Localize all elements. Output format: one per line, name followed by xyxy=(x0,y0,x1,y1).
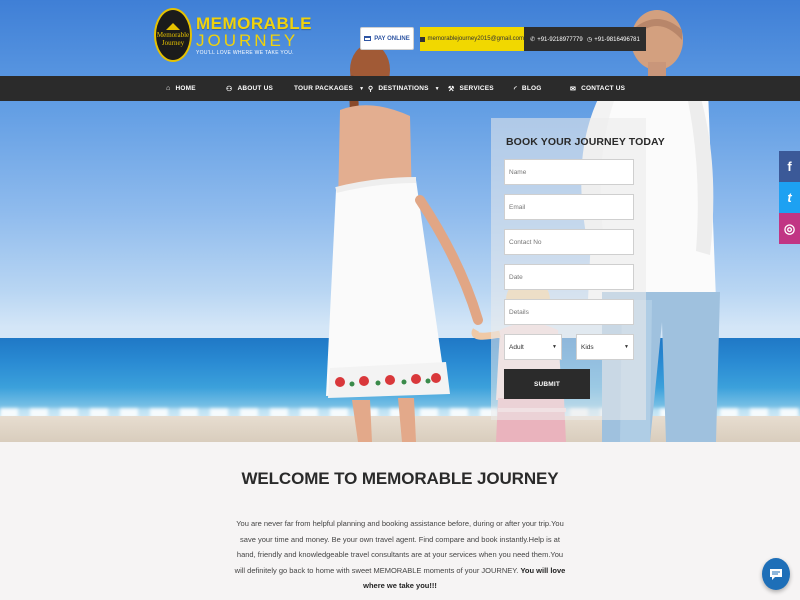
hero-people-image xyxy=(326,10,720,442)
phone-contacts: ✆ +91-9218977779 ◷ +91-9816496781 xyxy=(524,27,646,51)
nav-destinations-label: DESTINATIONS xyxy=(378,85,429,92)
nav-home[interactable]: ⌂ HOME xyxy=(166,76,196,101)
rss-icon: ◜ xyxy=(514,85,517,93)
logo-tagline: YOU'LL LOVE WHERE WE TAKE YOU. xyxy=(196,49,294,56)
contact-number-field[interactable] xyxy=(504,229,634,255)
adult-select[interactable]: Adult ▼ xyxy=(504,334,562,360)
welcome-text: You are never far from helpful planning … xyxy=(232,516,568,594)
welcome-body: You are never far from helpful planning … xyxy=(234,519,564,575)
phone-icon: ✆ xyxy=(530,36,536,43)
logo-title-line1: MEMORABLE xyxy=(196,13,312,33)
nav-tour-packages[interactable]: TOUR PACKAGES ▼ xyxy=(294,76,364,101)
twitter-icon[interactable]: t xyxy=(779,182,800,213)
nav-blog[interactable]: ◜ BLOG xyxy=(514,76,542,101)
adult-select-value: Adult xyxy=(509,343,524,351)
nav-tour-label: TOUR PACKAGES xyxy=(294,85,354,92)
booking-form: BOOK YOUR JOURNEY TODAY Adult ▼ Kids ▼ S… xyxy=(491,118,665,420)
caret-down-icon: ▼ xyxy=(624,344,629,350)
logo-badge: Memorable Journey xyxy=(154,8,192,62)
nav-services-label: SERVICES xyxy=(459,85,494,92)
booking-title: BOOK YOUR JOURNEY TODAY xyxy=(506,136,665,148)
caret-down-icon: ▼ xyxy=(552,344,557,350)
facebook-icon[interactable]: f xyxy=(779,151,800,182)
brand-logo[interactable]: Memorable Journey MEMORABLE JOURNEY YOU'… xyxy=(154,8,312,62)
email-field[interactable] xyxy=(504,194,634,220)
woman-figure xyxy=(326,44,483,442)
logo-badge-line2: Journey xyxy=(161,38,185,47)
wrench-icon: ⚒ xyxy=(448,85,455,93)
nav-home-label: HOME xyxy=(175,85,196,92)
nav-contact-label: CONTACT US xyxy=(581,85,626,92)
caret-down-icon: ▼ xyxy=(359,85,365,92)
chat-icon xyxy=(770,569,782,580)
credit-card-icon xyxy=(364,36,372,41)
kids-select-value: Kids xyxy=(581,343,594,351)
name-field[interactable] xyxy=(504,159,634,185)
contact-bar: memorablejourney2015@gmail.com ✆ +91-9218… xyxy=(420,27,646,51)
submit-button[interactable]: SUBMIT xyxy=(504,369,590,399)
nav-contact-us[interactable]: ✉ CONTACT US xyxy=(570,76,625,101)
phone-2-number: +91-9816496781 xyxy=(594,36,640,43)
envelope-icon: ✉ xyxy=(570,85,577,93)
hero-banner xyxy=(0,0,800,442)
pay-online-button[interactable]: PAY ONLINE xyxy=(360,27,414,50)
welcome-title: WELCOME TO MEMORABLE JOURNEY xyxy=(241,469,559,488)
details-field[interactable] xyxy=(504,299,634,325)
users-icon: ⚇ xyxy=(226,85,233,93)
logo-text: MEMORABLE JOURNEY YOU'LL LOVE WHERE WE T… xyxy=(196,15,312,56)
main-nav: ⌂ HOME ⚇ ABOUT US TOUR PACKAGES ▼ ⚲ DEST… xyxy=(0,76,800,101)
home-icon: ⌂ xyxy=(166,85,171,92)
instagram-icon[interactable]: ◎ xyxy=(779,213,800,244)
nav-about-label: ABOUT US xyxy=(237,85,274,92)
envelope-icon xyxy=(420,36,425,42)
whatsapp-icon: ◷ xyxy=(587,36,593,43)
nav-destinations[interactable]: ⚲ DESTINATIONS ▼ xyxy=(368,76,440,101)
nav-about-us[interactable]: ⚇ ABOUT US xyxy=(226,76,273,101)
email-address: memorablejourney2015@gmail.com xyxy=(427,36,524,42)
mountain-icon xyxy=(166,23,180,31)
welcome-section: WELCOME TO MEMORABLE JOURNEY You are nev… xyxy=(0,442,800,600)
phone-2[interactable]: ◷ +91-9816496781 xyxy=(587,36,640,43)
chat-button[interactable] xyxy=(762,558,790,590)
pay-online-label: PAY ONLINE xyxy=(374,35,410,42)
phone-1[interactable]: ✆ +91-9218977779 xyxy=(530,36,583,43)
map-pin-icon: ⚲ xyxy=(368,85,374,93)
nav-blog-label: BLOG xyxy=(521,85,542,92)
logo-title-line2: JOURNEY xyxy=(196,30,299,50)
caret-down-icon: ▼ xyxy=(434,85,440,92)
phone-1-number: +91-9218977779 xyxy=(537,36,583,43)
social-sidebar: f t ◎ xyxy=(779,151,800,244)
date-field[interactable] xyxy=(504,264,634,290)
email-contact[interactable]: memorablejourney2015@gmail.com xyxy=(420,27,524,51)
kids-select[interactable]: Kids ▼ xyxy=(576,334,634,360)
nav-services[interactable]: ⚒ SERVICES xyxy=(448,76,494,101)
